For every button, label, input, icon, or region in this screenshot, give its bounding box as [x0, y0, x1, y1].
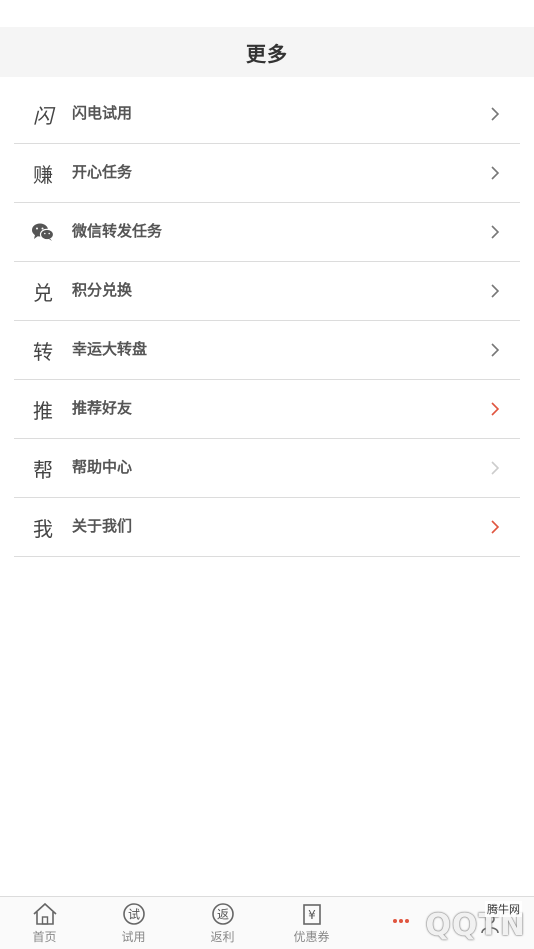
menu-item-points-exchange[interactable]: 兑 积分兑换 [14, 262, 520, 321]
tab-rebate[interactable]: 返 返利 [178, 897, 267, 949]
tab-label: 返利 [210, 930, 235, 944]
tab-home[interactable]: 首页 [0, 897, 89, 949]
chevron-right-icon [470, 460, 520, 476]
tab-coupon[interactable]: ¥ 优惠券 [267, 897, 356, 949]
recommend-icon: 推 [33, 398, 53, 423]
menu-item-label: 闪电试用 [72, 103, 133, 122]
more-icon [389, 910, 413, 936]
tab-label: 优惠券 [293, 930, 330, 944]
menu-item-label: 关于我们 [72, 516, 133, 535]
coupon-icon: ¥ [300, 901, 324, 927]
page-header: 更多 [0, 27, 534, 77]
tab-label: 首页 [32, 930, 57, 944]
menu-item-happy-task[interactable]: 赚 开心任务 [14, 144, 520, 203]
status-bar [0, 0, 534, 27]
menu-item-label: 帮助中心 [72, 457, 133, 476]
chevron-right-icon [470, 224, 520, 240]
chevron-right-icon [470, 283, 520, 299]
tab-label: 试用 [121, 930, 146, 944]
chevron-right-icon [470, 165, 520, 181]
home-icon [32, 901, 58, 927]
menu-item-flash-trial[interactable]: 闪 闪电试用 [14, 85, 520, 144]
menu-item-label: 推荐好友 [72, 398, 133, 417]
tab-more[interactable] [356, 897, 445, 949]
svg-text:返: 返 [216, 908, 228, 922]
svg-text:试: 试 [127, 907, 139, 922]
rebate-icon: 返 [211, 901, 235, 927]
menu-item-help-center[interactable]: 帮 帮助中心 [14, 439, 520, 498]
wheel-icon: 转 [33, 339, 53, 364]
menu-item-label: 积分兑换 [72, 280, 133, 299]
menu-list: 闪 闪电试用 赚 开心任务 微信转发任务 兑 积分兑换 转 幸运大转盘 推 推荐… [14, 85, 520, 557]
page-title: 更多 [246, 41, 288, 66]
help-icon: 帮 [33, 457, 53, 482]
menu-item-lucky-wheel[interactable]: 转 幸运大转盘 [14, 321, 520, 380]
flash-icon: 闪 [33, 103, 53, 128]
menu-item-label: 微信转发任务 [72, 221, 163, 240]
chevron-right-icon [470, 342, 520, 358]
chevron-right-icon [470, 106, 520, 122]
tab-profile[interactable] [445, 897, 534, 949]
about-icon: 我 [33, 516, 53, 541]
menu-item-wechat-share-task[interactable]: 微信转发任务 [14, 203, 520, 262]
bottom-tab-bar: 首页 试 试用 返 返利 ¥ 优惠券 [0, 896, 534, 949]
profile-icon [478, 910, 502, 936]
svg-text:¥: ¥ [308, 908, 316, 922]
tab-trial[interactable]: 试 试用 [89, 897, 178, 949]
earn-icon: 赚 [33, 162, 53, 187]
exchange-icon: 兑 [33, 280, 53, 305]
menu-item-about-us[interactable]: 我 关于我们 [14, 498, 520, 557]
menu-item-recommend-friends[interactable]: 推 推荐好友 [14, 380, 520, 439]
menu-item-label: 开心任务 [72, 162, 133, 181]
chevron-right-icon [470, 401, 520, 417]
wechat-icon [14, 222, 72, 242]
menu-item-label: 幸运大转盘 [72, 339, 148, 358]
trial-icon: 试 [122, 901, 146, 927]
chevron-right-icon [470, 519, 520, 535]
